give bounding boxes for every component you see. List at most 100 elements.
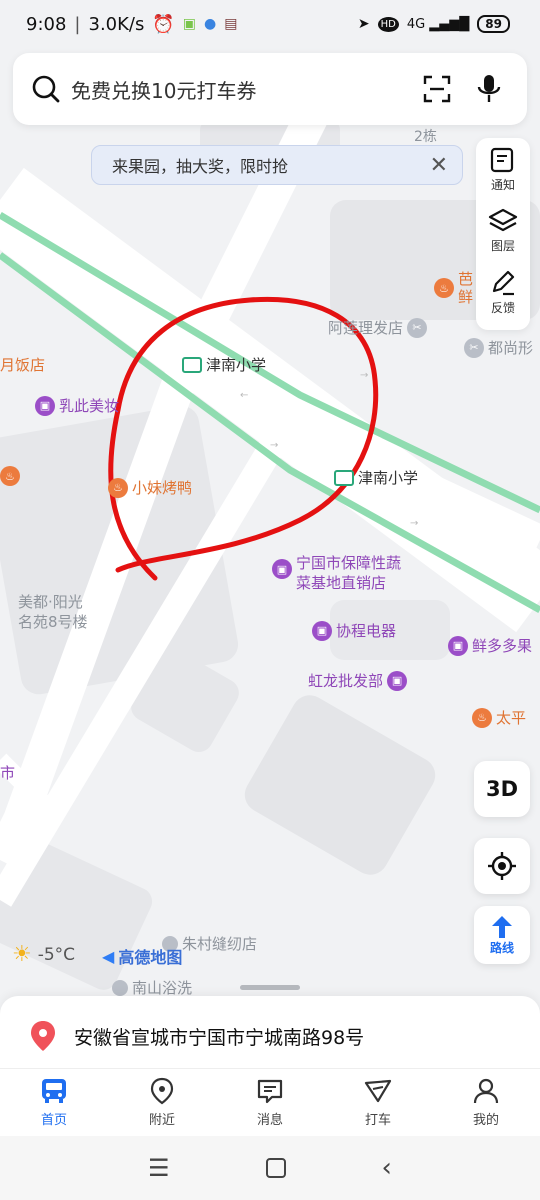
- poi-barber[interactable]: 阿莲理发店 ✂: [328, 317, 428, 338]
- food-icon: ♨: [434, 278, 454, 298]
- location-pin-icon: [31, 1021, 55, 1051]
- battery-indicator: 89: [477, 15, 510, 33]
- school-icon: [334, 469, 354, 486]
- poi-beauty[interactable]: ▣ 乳此美妆: [35, 395, 119, 416]
- search-icon: [32, 75, 60, 103]
- route-label: 路线: [489, 940, 514, 955]
- poi-bath[interactable]: 南山浴洗: [112, 977, 192, 998]
- back-icon[interactable]: ‹: [382, 1153, 392, 1183]
- poi-label: 南山浴洗: [132, 979, 193, 997]
- system-nav-bar: ☰ ‹: [0, 1136, 540, 1200]
- poi-veg-store[interactable]: ▣ 宁国市保障性蔬 菜基地直销店: [272, 553, 401, 593]
- poi-ba[interactable]: ♨ 芭 鲜: [434, 270, 473, 306]
- logo-icon: ◀: [102, 946, 115, 966]
- user-icon: [473, 1078, 499, 1104]
- svg-text:→: →: [360, 370, 368, 381]
- edit-icon: [492, 270, 515, 295]
- current-address[interactable]: 安徽省宣城市宁国市宁城南路98号: [30, 1020, 364, 1052]
- feedback-label: 反馈: [490, 300, 515, 315]
- map-tools-panel: 通知 图层 反馈: [476, 138, 530, 330]
- bus-icon: [42, 1079, 66, 1103]
- tab-home[interactable]: 首页: [0, 1069, 108, 1136]
- signal-icon: 4G ▂▄▆█: [406, 16, 470, 32]
- feedback-button[interactable]: 反馈: [489, 269, 517, 330]
- crosshair-icon: [488, 852, 516, 880]
- tab-taxi[interactable]: 打车: [324, 1069, 432, 1136]
- shop-icon: ▣: [35, 395, 55, 416]
- address-text: 安徽省宣城市宁国市宁城南路98号: [74, 1026, 365, 1049]
- microphone-icon[interactable]: [469, 69, 509, 109]
- poi-label: 小妹烤鸭: [132, 479, 193, 497]
- app-icon-2: ▤: [224, 16, 238, 32]
- scissors-icon: ✂: [464, 337, 484, 358]
- tab-messages[interactable]: 消息: [216, 1069, 324, 1136]
- temperature: -5°C: [37, 944, 76, 965]
- poi-label: 宁国市保障性蔬: [296, 554, 402, 572]
- bottom-tab-bar: 首页 附近 消息 打车 我的: [0, 1068, 540, 1136]
- shop-icon: ▣: [312, 620, 332, 641]
- weather-widget[interactable]: ☀ -5°C: [12, 942, 75, 967]
- layers-icon: [488, 209, 518, 232]
- tab-profile[interactable]: 我的: [432, 1069, 540, 1136]
- poi-label: 朱村缝纫店: [182, 935, 258, 953]
- school-icon: [182, 356, 202, 373]
- shop-icon: ▣: [387, 670, 408, 691]
- poi-fandian[interactable]: 月饭店: [0, 354, 45, 375]
- close-icon[interactable]: ✕: [430, 153, 448, 178]
- scissors-icon: ✂: [407, 317, 428, 338]
- promo-text: 来果园，抽大奖，限时抢: [112, 157, 289, 176]
- home-icon[interactable]: [265, 1158, 286, 1178]
- poi-label: 乳此美妆: [59, 397, 120, 415]
- tab-label: 打车: [364, 1113, 391, 1128]
- poi-label: 协程电器: [336, 622, 397, 640]
- notify-label: 通知: [490, 178, 515, 192]
- net-type: 4G: [406, 16, 426, 32]
- poi-label: 鲜多多果: [472, 637, 533, 655]
- poi-fruit[interactable]: ▣ 鲜多多果: [448, 635, 532, 656]
- poi-label: 菜基地直销店: [296, 574, 387, 592]
- poi-label: 都尚形: [488, 339, 534, 357]
- poi-shi[interactable]: 市: [0, 762, 15, 783]
- menu-icon[interactable]: ☰: [148, 1154, 170, 1182]
- poi-electric[interactable]: ▣ 协程电器: [312, 620, 396, 641]
- poi-label: 美都·阳光: [18, 593, 83, 611]
- sheet-drag-handle[interactable]: [240, 985, 300, 990]
- hd-icon: HD: [377, 16, 399, 32]
- poi-label: 月饭店: [0, 356, 46, 374]
- poi-residence[interactable]: 美都·阳光 名苑8号楼: [18, 592, 88, 632]
- layers-label: 图层: [490, 239, 515, 254]
- scan-icon[interactable]: [417, 69, 457, 109]
- location-arrow-icon: ➤: [357, 16, 370, 32]
- poi-restaurant[interactable]: ♨ 小妹烤鸭: [108, 477, 192, 498]
- net-speed: 3.0K/s: [88, 13, 145, 35]
- building-label: 2栋: [414, 129, 437, 145]
- sun-icon: ☀: [12, 942, 32, 967]
- poi-label: 阿莲理发店: [328, 319, 404, 337]
- search-bar[interactable]: 免费兑换10元打车券: [13, 53, 527, 125]
- search-placeholder[interactable]: 免费兑换10元打车券: [71, 75, 405, 104]
- route-button[interactable]: 路线: [474, 906, 530, 964]
- poi-wholesale[interactable]: 虹龙批发部 ▣: [308, 670, 408, 691]
- poi-school-2[interactable]: 津南小学: [334, 467, 418, 488]
- poi-label: 津南小学: [206, 356, 267, 374]
- poi-food-edge[interactable]: ♨: [0, 466, 20, 486]
- message-icon: [257, 1079, 283, 1104]
- poi-school-1[interactable]: 津南小学: [182, 354, 266, 375]
- locate-button[interactable]: [474, 838, 530, 894]
- nearby-pin-icon: [150, 1077, 174, 1105]
- poi-label: 虹龙批发部: [308, 672, 384, 690]
- layers-button[interactable]: 图层: [488, 207, 518, 268]
- svg-text:←: ←: [240, 390, 248, 401]
- poi-label: 太平: [496, 709, 527, 727]
- food-icon: ♨: [108, 477, 128, 498]
- amap-logo: ◀ 高德地图: [102, 944, 182, 968]
- poi-label: 鲜: [458, 288, 474, 306]
- poi-dushang[interactable]: ✂ 都尚形: [464, 337, 533, 358]
- 3d-toggle-button[interactable]: 3D: [474, 761, 530, 817]
- tab-label: 首页: [40, 1113, 67, 1128]
- poi-taiping[interactable]: ♨ 太平: [472, 707, 526, 728]
- tab-nearby[interactable]: 附近: [108, 1069, 216, 1136]
- svg-text:→: →: [270, 440, 278, 451]
- notify-button[interactable]: 通知: [489, 146, 517, 207]
- promo-banner[interactable]: 来果园，抽大奖，限时抢 ✕: [91, 145, 463, 185]
